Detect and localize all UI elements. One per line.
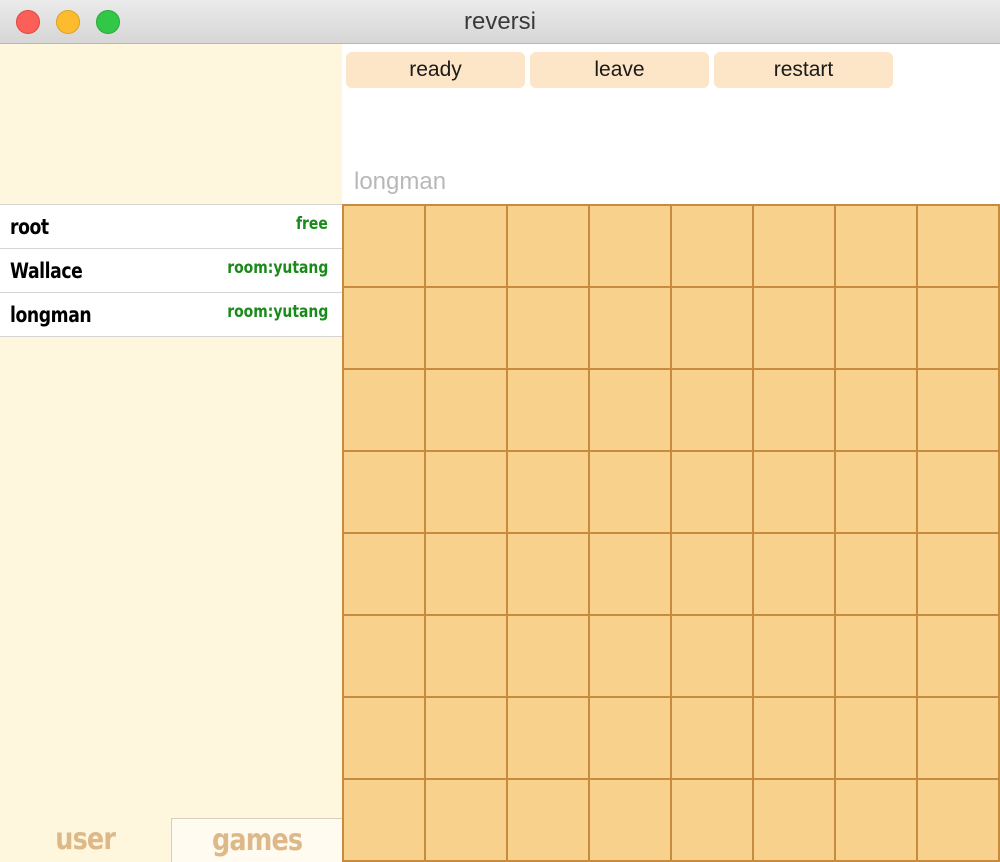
user-list-item[interactable]: longman room:yutang xyxy=(0,292,342,337)
game-panel: ready leave restart longman xyxy=(342,44,1000,862)
board-cell[interactable] xyxy=(918,616,1000,698)
board-cell[interactable] xyxy=(426,206,508,288)
board-cell[interactable] xyxy=(344,288,426,370)
board-cell[interactable] xyxy=(426,780,508,862)
board-cell[interactable] xyxy=(508,616,590,698)
board-cell[interactable] xyxy=(590,452,672,534)
tab-user-label: user xyxy=(55,822,117,857)
board-cell[interactable] xyxy=(508,534,590,616)
user-status: room:yutang xyxy=(226,302,328,322)
board-cell[interactable] xyxy=(836,288,918,370)
board-cell[interactable] xyxy=(508,288,590,370)
board-cell[interactable] xyxy=(508,370,590,452)
leave-button[interactable]: leave xyxy=(530,52,709,88)
board-cell[interactable] xyxy=(918,780,1000,862)
board-cell[interactable] xyxy=(754,534,836,616)
board-cell[interactable] xyxy=(672,534,754,616)
board-cell[interactable] xyxy=(344,616,426,698)
user-list-item[interactable]: root free xyxy=(0,204,342,248)
game-board[interactable] xyxy=(342,204,1000,862)
board-cell[interactable] xyxy=(918,534,1000,616)
board-cell[interactable] xyxy=(426,288,508,370)
board-cell[interactable] xyxy=(918,288,1000,370)
board-cell[interactable] xyxy=(672,288,754,370)
board-cell[interactable] xyxy=(918,452,1000,534)
board-cell[interactable] xyxy=(590,370,672,452)
user-list-item[interactable]: Wallace room:yutang xyxy=(0,248,342,292)
board-cell[interactable] xyxy=(918,698,1000,780)
board-cell[interactable] xyxy=(754,616,836,698)
board-cell[interactable] xyxy=(508,452,590,534)
board-cell[interactable] xyxy=(590,780,672,862)
board-cell[interactable] xyxy=(754,452,836,534)
board-cell[interactable] xyxy=(836,206,918,288)
restart-button[interactable]: restart xyxy=(714,52,893,88)
board-cell[interactable] xyxy=(836,452,918,534)
board-cell[interactable] xyxy=(344,452,426,534)
board-cell[interactable] xyxy=(426,616,508,698)
board-cell[interactable] xyxy=(344,780,426,862)
ready-button[interactable]: ready xyxy=(346,52,525,88)
board-cell[interactable] xyxy=(672,698,754,780)
tab-games-label: games xyxy=(211,823,303,858)
current-player-label: longman xyxy=(354,168,447,195)
board-cell[interactable] xyxy=(344,370,426,452)
board-cell[interactable] xyxy=(836,370,918,452)
board-cell[interactable] xyxy=(508,206,590,288)
board-cell[interactable] xyxy=(836,534,918,616)
board-cell[interactable] xyxy=(918,370,1000,452)
board-cell[interactable] xyxy=(836,616,918,698)
user-name: Wallace xyxy=(10,259,83,283)
board-cell[interactable] xyxy=(508,780,590,862)
board-cell[interactable] xyxy=(672,370,754,452)
title-bar[interactable]: reversi xyxy=(0,0,1000,44)
board-cell[interactable] xyxy=(590,534,672,616)
board-cell[interactable] xyxy=(754,206,836,288)
board-cell[interactable] xyxy=(590,206,672,288)
board-cell[interactable] xyxy=(344,698,426,780)
board-cell[interactable] xyxy=(754,370,836,452)
user-status: free xyxy=(296,214,328,234)
window-title: reversi xyxy=(463,8,536,35)
user-list: root free Wallace room:yutang longman room:yu… xyxy=(0,204,342,337)
board-cell[interactable] xyxy=(344,534,426,616)
board-cell[interactable] xyxy=(426,452,508,534)
board-cell[interactable] xyxy=(426,370,508,452)
tab-user[interactable]: user xyxy=(0,818,171,862)
tab-games[interactable]: games xyxy=(171,818,342,862)
board-cell[interactable] xyxy=(426,534,508,616)
board-cell[interactable] xyxy=(344,206,426,288)
board-cell[interactable] xyxy=(836,698,918,780)
user-name: root xyxy=(10,215,49,239)
board-cell[interactable] xyxy=(754,698,836,780)
sidebar: root free Wallace room:yutang longman room:yu… xyxy=(0,44,342,862)
board-cell[interactable] xyxy=(754,288,836,370)
user-name: longman xyxy=(10,303,92,327)
board-cell[interactable] xyxy=(426,698,508,780)
sidebar-tabs: user games xyxy=(0,818,342,862)
board-cell[interactable] xyxy=(590,698,672,780)
board-cell[interactable] xyxy=(918,206,1000,288)
board-cell[interactable] xyxy=(590,288,672,370)
board-cell[interactable] xyxy=(590,616,672,698)
user-status: room:yutang xyxy=(226,258,328,278)
board-cell[interactable] xyxy=(672,780,754,862)
app-window: reversi root free Wallace room:yutang longma… xyxy=(0,0,1000,862)
board-cell[interactable] xyxy=(836,780,918,862)
board-cell[interactable] xyxy=(754,780,836,862)
board-cell[interactable] xyxy=(672,616,754,698)
board-cell[interactable] xyxy=(672,206,754,288)
board-cell[interactable] xyxy=(672,452,754,534)
board-cell[interactable] xyxy=(508,698,590,780)
